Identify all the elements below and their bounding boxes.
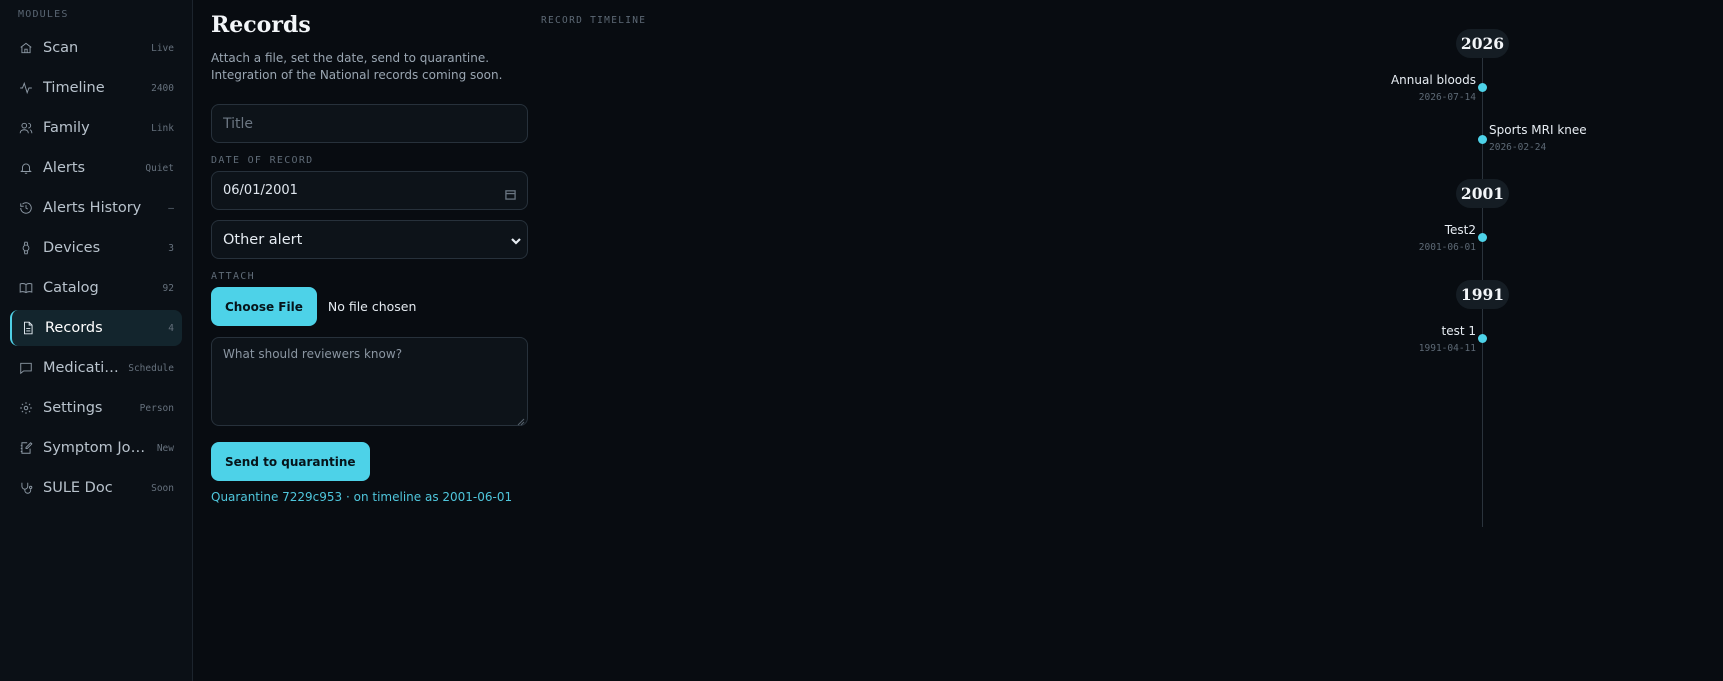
timeline-entry[interactable]: Annual bloods 2026-07-14 xyxy=(1391,73,1476,103)
records-form: Records Attach a file, set the date, sen… xyxy=(211,12,529,504)
bell-icon xyxy=(19,161,33,175)
resize-handle-icon[interactable] xyxy=(517,415,525,426)
sidebar-item-badge: Live xyxy=(151,42,174,54)
record-timeline: 2026 Annual bloods 2026-07-14 Sports MRI… xyxy=(1273,26,1593,536)
timeline-dot[interactable] xyxy=(1478,233,1487,242)
entry-title: Sports MRI knee xyxy=(1489,123,1587,137)
watch-icon xyxy=(19,241,33,255)
entry-date: 1991-04-11 xyxy=(1418,343,1476,354)
status-message: Quarantine 7229c953 · on timeline as 200… xyxy=(211,490,513,504)
sidebar-item-sule-doc[interactable]: SULE Doc Soon xyxy=(10,470,182,506)
sidebar-item-label: Devices xyxy=(43,240,101,256)
sidebar-item-label: Alerts History xyxy=(43,200,142,216)
activity-icon xyxy=(19,81,33,95)
gear-icon xyxy=(19,401,33,415)
sidebar-item-badge: 92 xyxy=(162,282,174,294)
page-subtitle: Attach a file, set the date, send to qua… xyxy=(211,50,531,84)
subtitle-line-2: Integration of the National records comi… xyxy=(211,68,503,82)
date-field-wrap: 06/01/2001 xyxy=(211,171,529,210)
subtitle-line-1: Attach a file, set the date, send to qua… xyxy=(211,51,490,65)
entry-title: Annual bloods xyxy=(1390,73,1476,87)
history-icon xyxy=(19,201,33,215)
notes-placeholder: What should reviewers know? xyxy=(223,347,403,361)
sidebar-item-badge: Link xyxy=(151,122,174,134)
sidebar-item-badge: – xyxy=(168,202,174,214)
year-pill-2026: 2026 xyxy=(1456,29,1509,58)
entry-date: 2001-06-01 xyxy=(1418,242,1476,253)
entry-date: 2026-02-24 xyxy=(1489,142,1547,153)
sidebar-item-label: Family xyxy=(43,120,90,136)
file-picker: Choose File No file chosen xyxy=(211,287,529,326)
page-title: Records xyxy=(211,12,311,38)
sidebar-item-label: Symptom Jou... xyxy=(43,440,151,456)
sidebar-item-scan[interactable]: Scan Live xyxy=(10,30,182,66)
sidebar-item-badge: New xyxy=(156,442,174,454)
sidebar-item-alerts-history[interactable]: Alerts History – xyxy=(10,190,182,226)
send-to-quarantine-button[interactable]: Send to quarantine xyxy=(211,442,370,481)
entry-date: 2026-07-14 xyxy=(1418,92,1476,103)
sidebar-item-family[interactable]: Family Link xyxy=(10,110,182,146)
sidebar-item-label: Settings xyxy=(43,400,103,416)
reviewer-notes-textarea[interactable]: What should reviewers know? xyxy=(211,337,528,426)
chevron-down-icon xyxy=(510,232,522,245)
sidebar-item-badge: 3 xyxy=(168,242,174,254)
sidebar-item-label: Timeline xyxy=(43,80,105,96)
notebook-pen-icon xyxy=(19,441,33,455)
timeline-entry[interactable]: Sports MRI knee 2026-02-24 xyxy=(1489,123,1587,153)
timeline-entry[interactable]: test 1 1991-04-11 xyxy=(1419,324,1476,354)
book-icon xyxy=(19,281,33,295)
year-pill-2001: 2001 xyxy=(1456,179,1509,208)
home-icon xyxy=(19,41,33,55)
stethoscope-icon xyxy=(19,481,33,495)
title-input[interactable] xyxy=(211,104,528,143)
sidebar-item-settings[interactable]: Settings Person xyxy=(10,390,182,426)
year-pill-1991: 1991 xyxy=(1456,280,1509,309)
timeline-heading: RECORD TIMELINE xyxy=(541,15,647,26)
sidebar-item-alerts[interactable]: Alerts Quiet xyxy=(10,150,182,186)
timeline-dot[interactable] xyxy=(1478,83,1487,92)
no-file-text: No file chosen xyxy=(327,299,417,314)
sidebar-item-badge: Person xyxy=(139,402,174,414)
choose-file-button[interactable]: Choose File xyxy=(211,287,317,326)
sidebar-item-catalog[interactable]: Catalog 92 xyxy=(10,270,182,306)
timeline-dot[interactable] xyxy=(1478,334,1487,343)
record-type-select-wrap: Other alert xyxy=(211,220,529,259)
calendar-icon[interactable] xyxy=(505,185,516,200)
sidebar-item-label: Medication xyxy=(43,360,123,376)
file-text-icon xyxy=(21,321,35,335)
message-square-icon xyxy=(19,361,33,375)
sidebar: MODULES Scan Live Timeline 2400 Family L… xyxy=(0,0,193,681)
attach-label: ATTACH xyxy=(211,271,255,282)
sidebar-item-label: Alerts xyxy=(43,160,86,176)
sidebar-item-badge: 2400 xyxy=(151,82,174,94)
sidebar-item-devices[interactable]: Devices 3 xyxy=(10,230,182,266)
sidebar-item-badge: Quiet xyxy=(145,162,174,174)
sidebar-item-label: Records xyxy=(45,320,103,336)
timeline-dot[interactable] xyxy=(1478,135,1487,144)
main-content: Records Attach a file, set the date, sen… xyxy=(193,0,1723,681)
users-icon xyxy=(19,121,33,135)
date-label: DATE OF RECORD xyxy=(211,155,314,166)
sidebar-item-label: Scan xyxy=(43,40,79,56)
sidebar-item-badge: Schedule xyxy=(128,362,174,374)
app-root: MODULES Scan Live Timeline 2400 Family L… xyxy=(0,0,1723,681)
entry-title: test 1 xyxy=(1441,324,1477,338)
date-field[interactable]: 06/01/2001 xyxy=(211,171,528,210)
date-value: 06/01/2001 xyxy=(223,183,298,198)
sidebar-item-records[interactable]: Records 4 xyxy=(10,310,182,346)
record-type-select[interactable]: Other alert xyxy=(211,220,528,259)
sidebar-item-label: Catalog xyxy=(43,280,99,296)
sidebar-section-label: MODULES xyxy=(18,9,69,20)
sidebar-item-medication[interactable]: Medication Schedule xyxy=(10,350,182,386)
sidebar-item-badge: 4 xyxy=(168,322,174,334)
timeline-entry[interactable]: Test2 2001-06-01 xyxy=(1419,223,1476,253)
sidebar-item-label: SULE Doc xyxy=(43,480,113,496)
entry-title: Test2 xyxy=(1444,223,1476,237)
sidebar-item-symptom-journal[interactable]: Symptom Jou... New xyxy=(10,430,182,466)
sidebar-item-badge: Soon xyxy=(151,482,174,494)
record-type-value: Other alert xyxy=(223,231,303,248)
sidebar-item-timeline[interactable]: Timeline 2400 xyxy=(10,70,182,106)
